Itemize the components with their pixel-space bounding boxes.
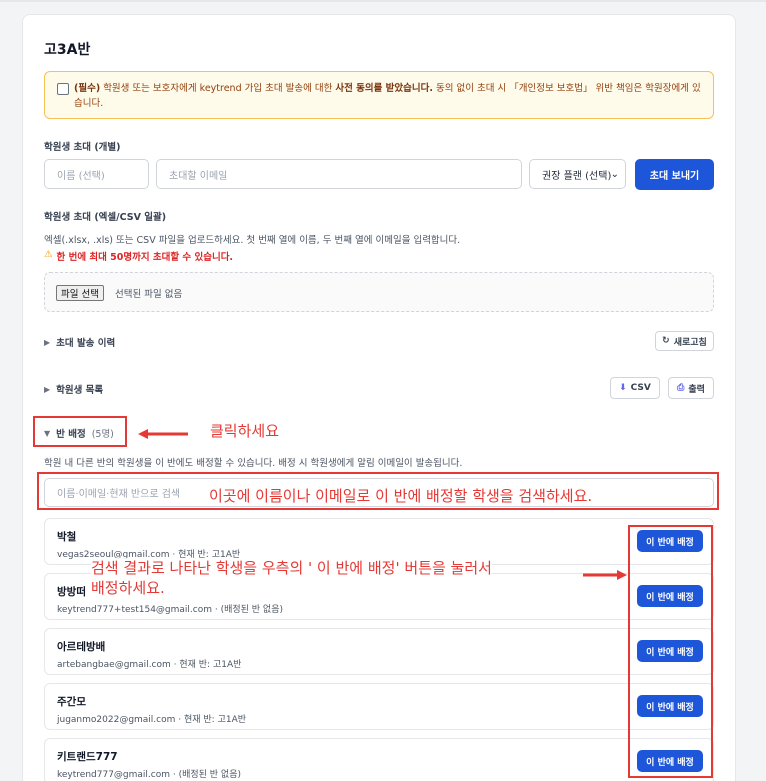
download-icon: ⬇ <box>619 383 627 393</box>
caret-down-icon: ▼ <box>44 428 51 438</box>
invite-bulk-label: 학원생 초대 (엑셀/CSV 일괄) <box>44 212 167 223</box>
file-upload-area: 파일 선택 선택된 파일 없음 <box>44 272 714 312</box>
student-detail: keytrend777@gmail.com · (배정된 반 없음) <box>57 770 242 780</box>
consent-notice: (필수) 학원생 또는 보호자에게 keytrend 가입 초대 발송에 대한 … <box>44 71 714 119</box>
class-assign-count: (5명) <box>91 429 114 440</box>
annotation-click-here: 클릭하세요 <box>210 422 280 440</box>
student-detail: juganmo2022@gmail.com · 현재 반: 고1A반 <box>57 715 247 725</box>
printer-icon: ⎙ <box>677 383 685 393</box>
assign-button[interactable]: 이 반에 배정 <box>637 640 703 662</box>
student-list-label: 학원생 목록 <box>56 385 104 396</box>
csv-button-label: CSV <box>630 383 651 393</box>
student-name: 키트랜드777 <box>57 751 118 763</box>
assign-button[interactable]: 이 반에 배정 <box>637 530 703 552</box>
arrow-right-icon <box>583 566 629 580</box>
refresh-button-label: 새로고침 <box>673 337 707 348</box>
student-name: 박철 <box>57 531 77 543</box>
annotation-search-hint: 이곳에 이름이나 이메일로 이 반에 배정할 학생을 검색하세요. <box>209 487 593 505</box>
invite-single-label: 학원생 초대 (개별) <box>44 142 121 153</box>
class-card: 고3A반 (필수) 학원생 또는 보호자에게 keytrend 가입 초대 발송… <box>22 14 736 781</box>
student-detail: artebangbae@gmail.com · 현재 반: 고1A반 <box>57 660 242 670</box>
student-detail: keytrend777+test154@gmail.com · (배정된 반 없… <box>57 605 284 615</box>
invite-bulk-warning-text: 한 번에 최대 50명까지 초대할 수 있습니다. <box>56 252 234 263</box>
student-list-toggle[interactable]: ▶ 학원생 목록 <box>44 382 104 397</box>
student-name: 방방떠 <box>57 586 86 598</box>
csv-export-button[interactable]: ⬇ CSV <box>610 377 660 399</box>
assign-button[interactable]: 이 반에 배정 <box>637 585 703 607</box>
top-divider <box>0 0 766 2</box>
print-button[interactable]: ⎙ 출력 <box>668 377 714 399</box>
refresh-icon: ↻ <box>662 336 670 346</box>
student-row: 주간모 juganmo2022@gmail.com · 현재 반: 고1A반 <box>44 683 714 730</box>
class-assign-toggle[interactable]: ▼ 반 배정 (5명) <box>44 426 114 441</box>
caret-right-icon: ▶ <box>44 384 51 394</box>
send-invite-button[interactable]: 초대 보내기 <box>635 159 714 190</box>
invite-history-label: 초대 발송 이력 <box>56 338 116 349</box>
annotation-assign-hint: 검색 결과로 나타난 학생을 우측의 ' 이 반에 배정' 버튼을 눌러서 배정… <box>91 558 492 598</box>
invite-bulk-warning: ⚠ 한 번에 최대 50명까지 초대할 수 있습니다. <box>44 249 233 263</box>
student-row: 아르테방배 artebangbae@gmail.com · 현재 반: 고1A반 <box>44 628 714 675</box>
invite-name-input[interactable]: 이름 (선택) <box>44 159 149 189</box>
invite-bulk-description: 엑셀(.xlsx, .xls) 또는 CSV 파일을 업로드하세요. 첫 번째 … <box>44 235 461 246</box>
student-name: 아르테방배 <box>57 641 106 653</box>
student-name: 주간모 <box>57 696 86 708</box>
plan-select[interactable]: 권장 플랜 (선택) ⌄ <box>529 159 626 189</box>
file-status: 선택된 파일 없음 <box>115 289 183 300</box>
chevron-down-icon: ⌄ <box>610 168 619 180</box>
class-title: 고3A반 <box>44 42 91 58</box>
invite-email-input[interactable]: 초대할 이메일 <box>156 159 522 189</box>
consent-checkbox[interactable] <box>57 83 69 95</box>
caret-right-icon: ▶ <box>44 337 51 347</box>
file-select-button[interactable]: 파일 선택 <box>56 285 104 301</box>
arrow-left-icon <box>136 425 188 439</box>
annotation-assign-hint-line-1: 검색 결과로 나타난 학생을 우측의 ' 이 반에 배정' 버튼을 눌러서 <box>91 559 492 577</box>
invite-history-toggle[interactable]: ▶ 초대 발송 이력 <box>44 335 116 350</box>
class-assign-label: 반 배정 <box>56 429 86 440</box>
assign-button[interactable]: 이 반에 배정 <box>637 695 703 717</box>
assign-button[interactable]: 이 반에 배정 <box>637 750 703 772</box>
plan-select-value: 권장 플랜 (선택) <box>542 170 611 182</box>
print-button-label: 출력 <box>688 384 705 395</box>
consent-text: (필수) 학원생 또는 보호자에게 keytrend 가입 초대 발송에 대한 … <box>74 83 701 109</box>
student-row: 키트랜드777 keytrend777@gmail.com · (배정된 반 없… <box>44 738 714 781</box>
annotation-assign-hint-line-2: 배정하세요. <box>91 579 165 597</box>
class-assign-description: 학원 내 다른 반의 학원생을 이 반에도 배정할 수 있습니다. 배정 시 학… <box>44 458 463 469</box>
refresh-button[interactable]: ↻ 새로고침 <box>655 331 714 351</box>
warning-icon: ⚠ <box>44 249 53 260</box>
